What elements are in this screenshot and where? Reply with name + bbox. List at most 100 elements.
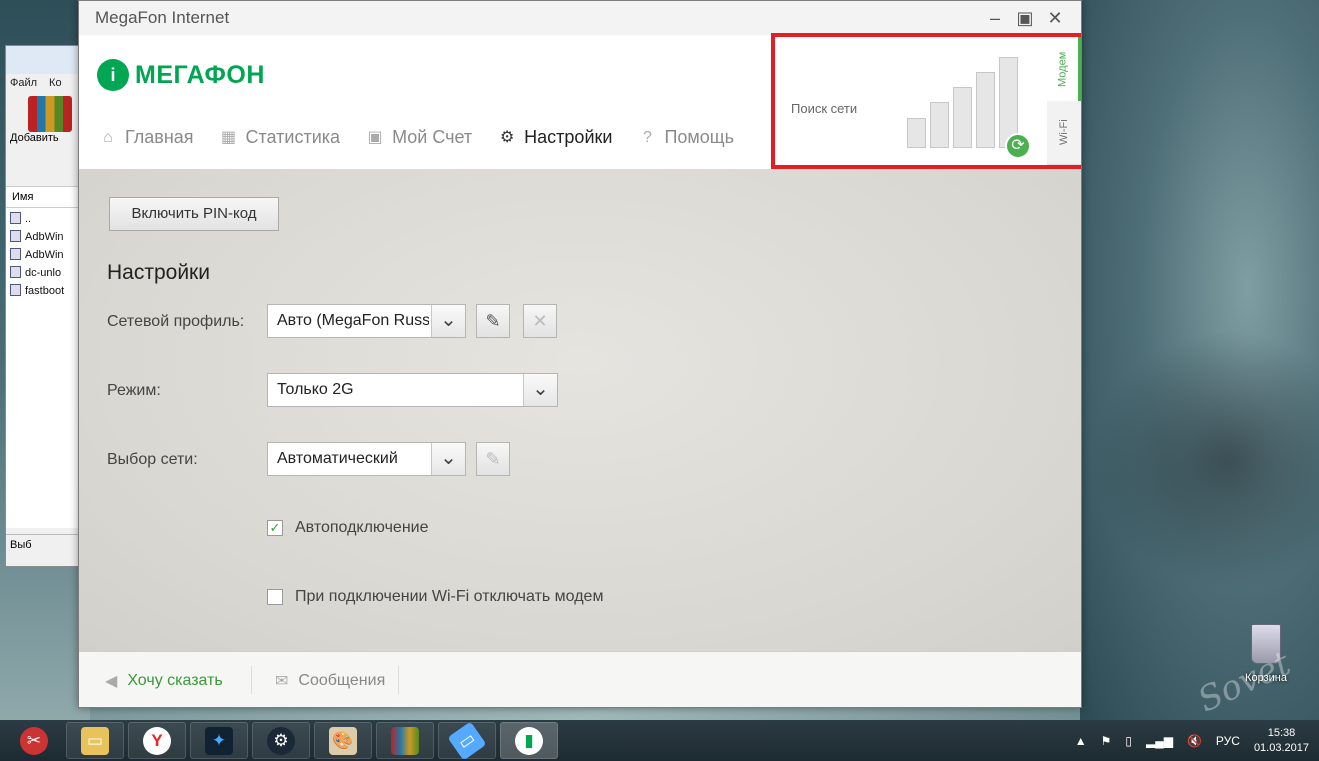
app-footer: ◀ Хочу сказать ✉ Сообщения	[79, 651, 1081, 707]
list-item[interactable]: ..	[10, 210, 75, 228]
active-tab-pointer	[559, 159, 579, 169]
start-button[interactable]: ✂	[14, 722, 54, 759]
close-button[interactable]: ✕	[1044, 7, 1066, 29]
network-selection-select[interactable]: Автоматический ⌄	[267, 442, 466, 476]
autoconnect-checkbox[interactable]: ✓	[267, 520, 283, 536]
chevron-down-icon[interactable]: ⌄	[431, 305, 465, 337]
signal-bar	[930, 102, 949, 148]
refresh-icon[interactable]: ⟳	[1005, 133, 1031, 159]
feedback-link[interactable]: ◀ Хочу сказать	[105, 671, 223, 691]
taskbar-explorer[interactable]: ▭	[66, 722, 124, 759]
taskbar-usb-modem[interactable]: ▭	[438, 721, 496, 760]
background-window-menu: Файл Ко	[6, 74, 79, 92]
disable-modem-on-wifi-checkbox[interactable]	[267, 589, 283, 605]
help-icon: ?	[642, 128, 652, 146]
list-item[interactable]: fastboot	[10, 282, 75, 300]
autoconnect-option[interactable]: ✓ Автоподключение	[267, 519, 428, 537]
column-header-name[interactable]: Имя	[6, 186, 79, 208]
signal-bar	[907, 118, 926, 148]
list-item[interactable]: AdbWin	[10, 228, 75, 246]
network-status-label: Поиск сети	[791, 101, 858, 116]
clock-date: 01.03.2017	[1253, 741, 1309, 754]
signal-bar	[953, 87, 972, 148]
file-list: .. AdbWin AdbWin dc-unlo fastboot	[6, 208, 79, 528]
network-icon[interactable]: ▂▄▆	[1146, 734, 1173, 748]
nav-my-account[interactable]: ▣ Мой Счет	[366, 127, 473, 148]
megafon-internet-window: MegaFon Internet – ▣ ✕ i МЕГАФОН ⌂ Главн…	[78, 0, 1082, 708]
language-indicator[interactable]: РУС	[1216, 734, 1240, 748]
taskbar: ✂ ▭ Y ✦ ⚙ 🎨 ▭ ▮ ▲ ⚑ ▯ ▂▄▆ 🔇 РУС 15:38 01…	[0, 720, 1319, 761]
chevron-down-icon[interactable]: ⌄	[523, 374, 557, 406]
volume-muted-icon[interactable]: 🔇	[1187, 734, 1202, 748]
list-item[interactable]: dc-unlo	[10, 264, 75, 282]
file-icon	[10, 284, 21, 296]
restore-button[interactable]: ▣	[1014, 7, 1036, 29]
paint-icon: 🎨	[329, 726, 357, 755]
wallet-icon: ▣	[367, 128, 383, 146]
delete-profile-button[interactable]: ✕	[523, 304, 557, 338]
home-icon: ⌂	[103, 128, 113, 146]
taskbar-megafon-internet[interactable]: ▮	[500, 722, 558, 759]
winrar-icon	[391, 726, 419, 755]
signal-bar	[976, 72, 995, 148]
connection-type-tabs: Модем Wi-Fi	[1047, 37, 1081, 165]
window-titlebar[interactable]: MegaFon Internet – ▣ ✕	[79, 1, 1081, 35]
menu-commands[interactable]: Ко	[49, 77, 62, 89]
taskbar-yandex-browser[interactable]: Y	[128, 722, 186, 759]
gear-icon: ⚙	[500, 128, 515, 146]
background-archiver-window[interactable]: Файл Ко Добавить Имя .. AdbWin AdbWin dc…	[5, 45, 80, 567]
megaphone-icon: ◀	[105, 673, 118, 690]
network-profile-label: Сетевой профиль:	[107, 313, 245, 330]
tab-wifi[interactable]: Wi-Fi	[1047, 101, 1081, 165]
edit-profile-button[interactable]: ✎	[476, 304, 510, 338]
menu-file[interactable]: Файл	[10, 77, 37, 89]
settings-panel: Включить PIN-код Настройки Сетевой профи…	[79, 169, 1081, 651]
mode-select[interactable]: Только 2G ⌄	[267, 373, 558, 407]
taskbar-winrar[interactable]	[376, 722, 434, 759]
file-icon	[10, 266, 21, 278]
flag-icon[interactable]: ⚑	[1101, 734, 1112, 748]
background-window-titlebar[interactable]	[6, 46, 79, 74]
network-profile-select[interactable]: Авто (MegaFon Russia) ⌄	[267, 304, 466, 338]
show-hidden-icons-icon[interactable]: ▲	[1075, 734, 1087, 748]
taskbar-clock[interactable]: 15:38 01.03.2017	[1254, 726, 1309, 756]
winrar-icon	[28, 96, 72, 132]
minimize-button[interactable]: –	[984, 7, 1006, 29]
folder-icon: ▭	[81, 726, 109, 755]
network-status-panel: Поиск сети ⟳ Модем Wi-Fi	[771, 33, 1081, 169]
disable-modem-on-wifi-label: При подключении Wi-Fi отключать модем	[295, 588, 604, 605]
start-icon: ✂	[20, 726, 48, 755]
network-selection-label: Выбор сети:	[107, 451, 198, 468]
pencil-icon: ✎	[485, 449, 501, 469]
envelope-icon: ✉	[275, 673, 289, 690]
footer-divider	[251, 666, 252, 694]
add-tool-button[interactable]: Добавить	[6, 92, 79, 160]
nav-help[interactable]: ? Помощь	[638, 127, 734, 148]
nav-settings[interactable]: ⚙ Настройки	[498, 127, 612, 148]
main-nav: ⌂ Главная ▦ Статистика ▣ Мой Счет ⚙ Наст…	[99, 127, 734, 148]
clock-time: 15:38	[1267, 726, 1296, 739]
add-tool-label: Добавить	[10, 132, 59, 144]
edit-network-button[interactable]: ✎	[476, 442, 510, 476]
footer-divider	[398, 666, 399, 694]
enable-pin-button[interactable]: Включить PIN-код	[109, 197, 279, 231]
chevron-down-icon[interactable]: ⌄	[431, 443, 465, 475]
pencil-icon: ✎	[485, 311, 501, 331]
mode-value: Только 2G	[277, 381, 354, 398]
messages-link[interactable]: ✉ Сообщения	[275, 671, 385, 691]
file-icon	[10, 248, 21, 260]
steam-icon: ⚙	[267, 726, 295, 755]
nav-home[interactable]: ⌂ Главная	[99, 127, 193, 148]
megafon-logo-text: МЕГАФОН	[135, 60, 265, 89]
page-title: Настройки	[107, 261, 210, 284]
app-icon: ✦	[205, 726, 233, 755]
battery-icon[interactable]: ▯	[1125, 734, 1132, 748]
taskbar-paint[interactable]: 🎨	[314, 722, 372, 759]
taskbar-steam[interactable]: ⚙	[252, 722, 310, 759]
nav-statistics[interactable]: ▦ Статистика	[220, 127, 340, 148]
taskbar-app[interactable]: ✦	[190, 722, 248, 759]
disable-modem-on-wifi-option[interactable]: При подключении Wi-Fi отключать модем	[267, 588, 603, 606]
list-item[interactable]: AdbWin	[10, 246, 75, 264]
tab-modem[interactable]: Модем	[1047, 37, 1081, 101]
yandex-icon: Y	[143, 726, 171, 755]
